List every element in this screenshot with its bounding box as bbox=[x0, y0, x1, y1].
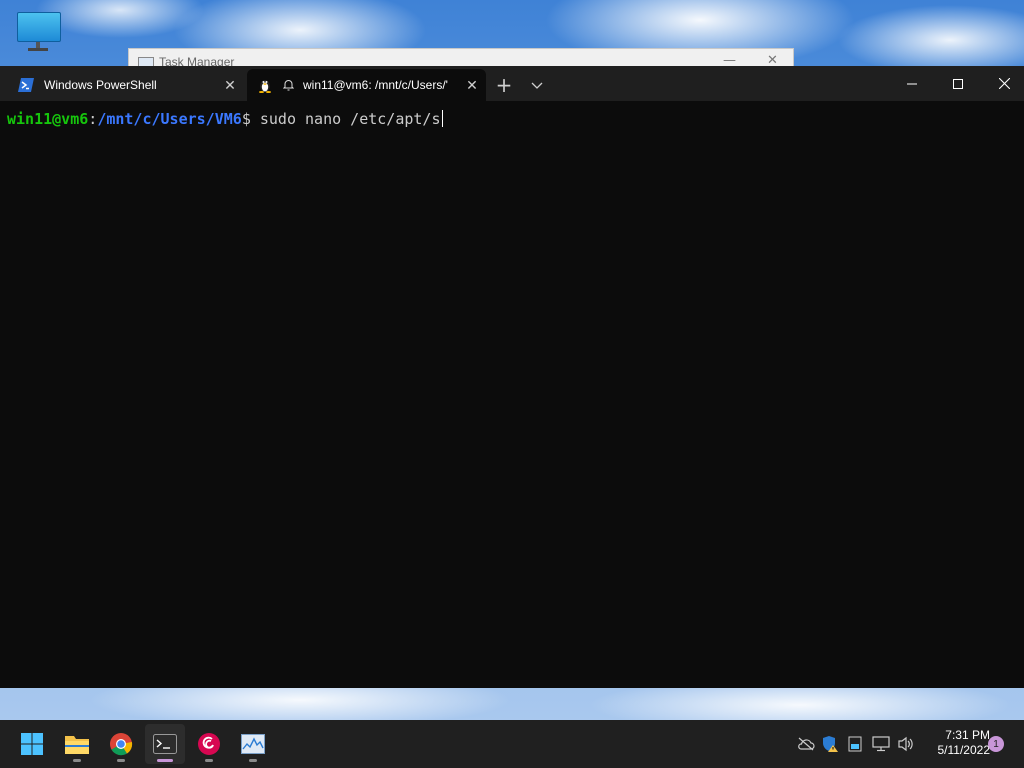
network-icon[interactable] bbox=[871, 734, 891, 754]
maximize-button[interactable] bbox=[935, 66, 981, 101]
taskbar: 7:31 PM 5/11/2022 1 bbox=[0, 720, 1024, 768]
close-tab-icon[interactable]: ✕ bbox=[216, 77, 244, 94]
terminal-icon bbox=[153, 734, 177, 754]
tab-windows-powershell[interactable]: Windows PowerShell ✕ bbox=[8, 69, 244, 101]
close-button[interactable] bbox=[981, 66, 1024, 101]
task-manager-button[interactable] bbox=[233, 724, 273, 764]
terminal-window[interactable]: Windows PowerShell ✕ win11@vm6: /mnt/c/U… bbox=[0, 66, 1024, 688]
active-indicator bbox=[157, 759, 173, 762]
prompt-separator: : bbox=[88, 110, 98, 128]
storage-icon[interactable] bbox=[845, 734, 865, 754]
prompt-path: /mnt/c/Users/VM6 bbox=[97, 110, 242, 128]
powershell-icon bbox=[18, 77, 34, 93]
running-indicator bbox=[249, 759, 257, 762]
clock[interactable]: 7:31 PM 5/11/2022 bbox=[920, 728, 991, 758]
clock-date: 5/11/2022 bbox=[937, 743, 991, 757]
tab-label: Windows PowerShell bbox=[44, 78, 157, 92]
start-icon bbox=[21, 733, 43, 755]
running-indicator bbox=[205, 759, 213, 762]
security-warning-icon[interactable] bbox=[820, 734, 840, 754]
prompt-user-host: win11@vm6 bbox=[7, 110, 89, 128]
start-button[interactable] bbox=[12, 724, 52, 764]
chrome-icon bbox=[110, 733, 133, 756]
text-cursor bbox=[441, 110, 443, 127]
console-output[interactable]: win11@vm6:/mnt/c/Users/VM6$ sudo nano /e… bbox=[7, 110, 443, 128]
command-input[interactable]: sudo nano /etc/apt/s bbox=[251, 110, 441, 128]
running-indicator bbox=[73, 759, 81, 762]
bell-icon bbox=[283, 79, 295, 91]
file-explorer-button[interactable] bbox=[57, 724, 97, 764]
volume-icon[interactable] bbox=[896, 734, 916, 754]
chevron-down-icon[interactable] bbox=[526, 74, 548, 98]
cloud-offline-icon[interactable] bbox=[796, 734, 816, 754]
notification-badge[interactable]: 1 bbox=[988, 736, 1004, 752]
this-pc-icon[interactable] bbox=[17, 12, 61, 52]
debian-button[interactable] bbox=[189, 724, 229, 764]
minimize-button[interactable] bbox=[889, 66, 935, 101]
chrome-button[interactable] bbox=[101, 724, 141, 764]
close-tab-icon[interactable]: ✕ bbox=[458, 77, 486, 94]
linux-tux-icon bbox=[257, 77, 273, 93]
tab-wsl[interactable]: win11@vm6: /mnt/c/Users/' ✕ bbox=[247, 69, 486, 101]
tab-label: win11@vm6: /mnt/c/Users/' bbox=[303, 78, 448, 92]
file-explorer-icon bbox=[65, 736, 89, 754]
new-tab-button[interactable]: + bbox=[492, 74, 516, 98]
clock-time: 7:31 PM bbox=[945, 728, 990, 742]
terminal-titlebar[interactable]: Windows PowerShell ✕ win11@vm6: /mnt/c/U… bbox=[0, 66, 1024, 101]
task-manager-icon bbox=[241, 734, 265, 754]
debian-icon bbox=[198, 733, 220, 755]
terminal-button[interactable] bbox=[145, 724, 185, 764]
prompt-symbol: $ bbox=[241, 110, 251, 128]
running-indicator bbox=[117, 759, 125, 762]
